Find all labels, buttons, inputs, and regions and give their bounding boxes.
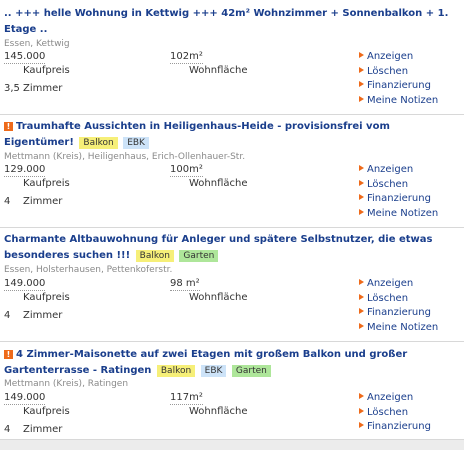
action-link-meine-notizen[interactable]: Meine Notizen	[359, 95, 438, 107]
arrow-right-icon	[359, 52, 364, 58]
action-link-finanzierung[interactable]: Finanzierung	[359, 193, 431, 205]
arrow-right-icon	[359, 95, 364, 102]
feature-tag: EBK	[123, 137, 149, 149]
area-label: Wohnfläche	[189, 178, 248, 189]
area-value: 117m²	[170, 392, 203, 405]
action-label: Anzeigen	[367, 278, 414, 289]
action-label: Meine Notizen	[367, 321, 439, 333]
listing-title-text: .. +++ helle Wohnung in Kettwig +++ 42m²…	[4, 8, 449, 35]
arrow-right-icon	[359, 407, 364, 414]
price-label: Kaufpreis	[23, 65, 70, 76]
area-label: Wohnfläche	[189, 406, 248, 417]
rooms-label: Zimmer	[23, 424, 63, 435]
rooms-value: 3,5	[4, 83, 20, 94]
rooms-label: Zimmer	[23, 310, 63, 321]
listing-location: Mettmann (Kreis), Heiligenhaus, Erich-Ol…	[4, 152, 246, 162]
action-link-loeschen[interactable]: Löschen	[359, 293, 408, 305]
listing-item: ! Traumhafte Aussichten in Heiligenhaus-H…	[0, 115, 464, 228]
rooms-label: Zimmer	[23, 196, 63, 207]
action-link-anzeigen[interactable]: Anzeigen	[359, 278, 413, 290]
action-link-anzeigen[interactable]: Anzeigen	[359, 51, 413, 63]
action-label: Finanzierung	[367, 193, 431, 204]
listing-title-link[interactable]: Charmante Altbauwohnung für Anleger und …	[4, 232, 458, 264]
arrow-right-icon	[359, 322, 364, 329]
action-link-meine-notizen[interactable]: Meine Notizen	[359, 322, 438, 334]
feature-tag: EBK	[200, 365, 227, 377]
rooms-value: 4	[4, 424, 11, 435]
arrow-right-icon	[359, 422, 364, 428]
listing-item: .. +++ helle Wohnung in Kettwig +++ 42m²…	[0, 0, 464, 115]
action-label: Löschen	[367, 178, 409, 190]
price-value: 145.000	[4, 51, 46, 64]
action-label: Löschen	[367, 406, 409, 418]
feature-tag: Balkon	[156, 365, 196, 377]
area-label: Wohnfläche	[189, 65, 248, 76]
arrow-right-icon	[359, 66, 364, 73]
action-label: Anzeigen	[367, 164, 414, 175]
action-label: Finanzierung	[367, 80, 431, 91]
arrow-right-icon	[359, 279, 364, 285]
feature-tag: Balkon	[135, 250, 174, 262]
bottom-scroll-strip	[0, 439, 464, 450]
arrow-right-icon	[359, 293, 364, 300]
action-label: Löschen	[367, 65, 409, 77]
action-label: Finanzierung	[367, 307, 431, 318]
feature-tag: Balkon	[79, 137, 118, 149]
listing-location: Essen, Kettwig	[4, 39, 70, 49]
listing-title-link[interactable]: ! 4 Zimmer-Maisonette auf zwei Etagen mit…	[4, 347, 458, 379]
action-label: Anzeigen	[367, 392, 414, 403]
price-label: Kaufpreis	[23, 178, 70, 189]
action-link-meine-notizen[interactable]: Meine Notizen	[359, 208, 438, 220]
arrow-right-icon	[359, 81, 364, 87]
exclamation-icon: !	[4, 350, 13, 359]
price-label: Kaufpreis	[23, 292, 70, 303]
area-value: 100m²	[170, 164, 203, 177]
feature-tag: Garten	[231, 365, 271, 377]
arrow-right-icon	[359, 393, 364, 399]
listing-item: ! 4 Zimmer-Maisonette auf zwei Etagen mit…	[0, 342, 464, 439]
area-value: 102m²	[170, 51, 203, 64]
action-link-loeschen[interactable]: Löschen	[359, 407, 408, 419]
arrow-right-icon	[359, 179, 364, 186]
price-value: 149.000	[4, 392, 46, 405]
price-value: 129.000	[4, 164, 46, 177]
listing-item: Charmante Altbauwohnung für Anleger und …	[0, 228, 464, 342]
listing-location: Mettmann (Kreis), Ratingen	[4, 379, 129, 389]
area-label: Wohnfläche	[189, 292, 248, 303]
listing-title-text: Traumhafte Aussichten in Heiligenhaus-He…	[4, 121, 390, 148]
feature-tag: Garten	[179, 250, 219, 262]
action-label: Anzeigen	[367, 51, 414, 62]
listing-title-link[interactable]: .. +++ helle Wohnung in Kettwig +++ 42m²…	[4, 6, 458, 38]
price-label: Kaufpreis	[23, 406, 70, 417]
listing-title-link[interactable]: ! Traumhafte Aussichten in Heiligenhaus-H…	[4, 119, 458, 151]
action-link-finanzierung[interactable]: Finanzierung	[359, 421, 431, 433]
arrow-right-icon	[359, 165, 364, 171]
action-link-finanzierung[interactable]: Finanzierung	[359, 80, 431, 92]
action-link-loeschen[interactable]: Löschen	[359, 66, 408, 78]
area-value: 98 m²	[170, 278, 200, 291]
action-label: Finanzierung	[367, 421, 431, 432]
action-link-finanzierung[interactable]: Finanzierung	[359, 307, 431, 319]
arrow-right-icon	[359, 194, 364, 200]
exclamation-icon: !	[4, 122, 13, 131]
rooms-value: 4	[4, 196, 11, 207]
action-label: Löschen	[367, 292, 409, 304]
listing-location: Essen, Holsterhausen, Pettenkoferstr.	[4, 265, 173, 275]
action-link-anzeigen[interactable]: Anzeigen	[359, 392, 413, 404]
action-link-loeschen[interactable]: Löschen	[359, 179, 408, 191]
action-label: Meine Notizen	[367, 94, 439, 106]
rooms-label: Zimmer	[23, 83, 63, 94]
rooms-value: 4	[4, 310, 11, 321]
arrow-right-icon	[359, 308, 364, 314]
action-label: Meine Notizen	[367, 207, 439, 219]
arrow-right-icon	[359, 208, 364, 215]
price-value: 149.000	[4, 278, 46, 291]
action-link-anzeigen[interactable]: Anzeigen	[359, 164, 413, 176]
